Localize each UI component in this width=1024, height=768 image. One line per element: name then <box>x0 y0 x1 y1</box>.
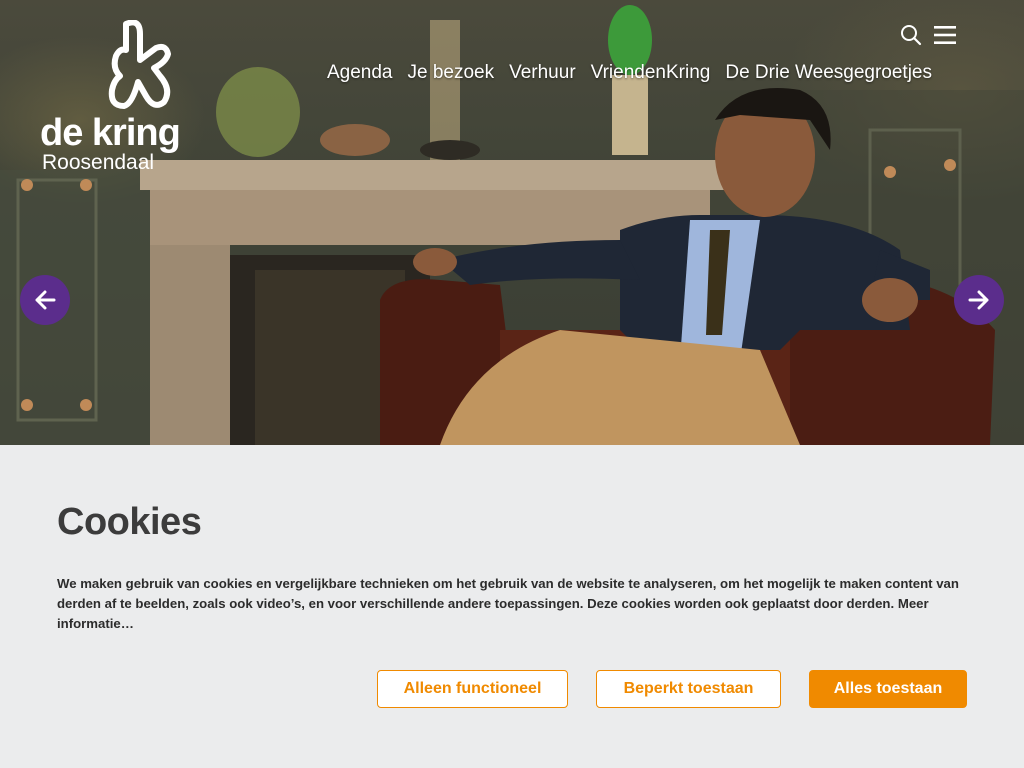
cookie-limited-button[interactable]: Beperkt toestaan <box>596 670 781 708</box>
site-logo[interactable]: de kring Roosendaal <box>40 18 185 178</box>
cookie-functional-only-button[interactable]: Alleen functioneel <box>377 670 568 708</box>
nav-item-verhuur[interactable]: Verhuur <box>509 62 576 84</box>
logo-wordmark: de kring <box>40 112 181 154</box>
arrow-left-icon <box>35 290 56 310</box>
arrow-right-icon <box>968 290 989 310</box>
nav-item-je-bezoek[interactable]: Je bezoek <box>407 62 494 84</box>
nav-item-vriendenkring[interactable]: VriendenKring <box>591 62 711 84</box>
slider-next-button[interactable] <box>954 275 1004 325</box>
slider-prev-button[interactable] <box>20 275 70 325</box>
cookie-description-text: We maken gebruik van cookies en vergelij… <box>57 576 959 611</box>
hamburger-menu-icon[interactable] <box>932 22 958 48</box>
hero-slider: de kring Roosendaal Agenda Je bezoek Ver… <box>0 0 1024 445</box>
nav-item-agenda[interactable]: Agenda <box>327 62 393 84</box>
cookie-accept-all-button[interactable]: Alles toestaan <box>809 670 967 708</box>
search-icon[interactable] <box>898 22 924 48</box>
nav-item-de-drie-weesgegroetjes[interactable]: De Drie Weesgegroetjes <box>725 62 932 84</box>
logo-k-mark <box>108 20 171 109</box>
cookie-title: Cookies <box>57 501 202 543</box>
cookie-consent-panel: Cookies We maken gebruik van cookies en … <box>0 445 1024 768</box>
main-nav: Agenda Je bezoek Verhuur VriendenKring D… <box>327 62 932 84</box>
header-icons <box>898 22 958 48</box>
logo-city: Roosendaal <box>42 151 155 174</box>
cookie-description: We maken gebruik van cookies en vergelij… <box>57 574 977 634</box>
